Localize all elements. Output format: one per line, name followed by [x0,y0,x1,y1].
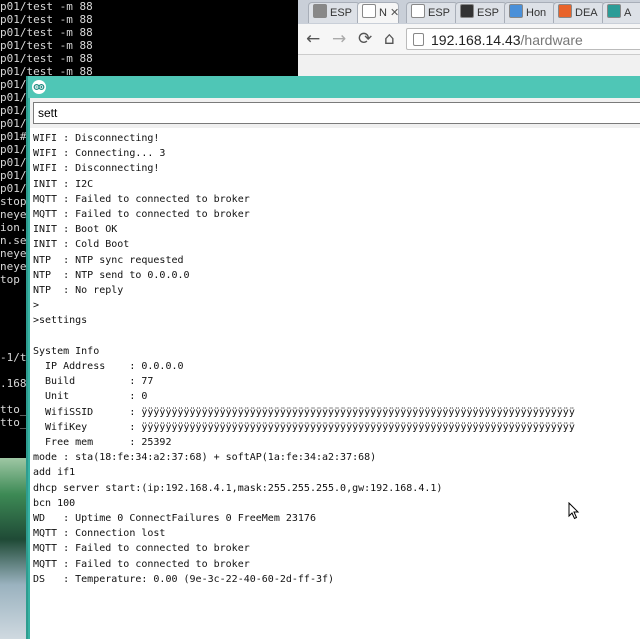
terminal-line: p01/test -m 88 [0,13,93,26]
terminal-line: tto_ [0,416,27,429]
terminal-line: p01/ [0,182,27,195]
home-icon[interactable]: ⌂ [384,29,395,49]
terminal-line: .168 [0,377,27,390]
serial-output-line: MQTT : Failed to connected to broker [33,558,250,570]
terminal-line: neye [0,260,27,273]
serial-output-line: IP Address : 0.0.0.0 [33,361,184,372]
browser-tab[interactable]: A [602,2,640,23]
browser-tab[interactable]: ESP [406,2,458,23]
reload-icon[interactable]: ⟳ [358,29,372,49]
title-bar[interactable] [28,76,640,98]
serial-output-line: Free mem : 25392 [33,437,172,448]
terminal-line: top [0,273,20,286]
page-icon [411,4,425,18]
browser-toolbar: ← → ⟳ ⌂ 192.168.14.43/hardware [298,24,640,55]
url-host: 192.168.14.43 [431,32,521,48]
serial-output-line: Build : 77 [33,376,154,388]
shield-icon [558,4,572,18]
serial-output-line: MQTT : Failed to connected to broker [33,209,250,220]
terminal-line: p01/ [0,91,27,104]
terminal-line: p01# [0,130,27,143]
terminal-line: n.se [0,234,27,247]
browser-tab-label: Hon [526,7,547,19]
close-tab-icon[interactable]: ✕ [390,7,398,19]
address-bar[interactable]: 192.168.14.43/hardware [406,28,640,50]
terminal-line: neye [0,247,27,260]
browser-tab-label: A [624,7,632,19]
serial-output-line: WIFI : Connecting... 3 [33,148,166,160]
arduino-icon [607,4,621,18]
mouse-cursor-icon [568,502,580,520]
forward-arrow-icon[interactable]: → [332,29,346,49]
page-info-icon[interactable] [413,33,424,46]
serial-output-line: INIT : Boot OK [33,224,118,236]
browser-tab[interactable]: ESP [455,2,507,23]
terminal-line: tto_ [0,403,27,416]
send-bar [30,98,640,128]
terminal-line: p01/ [0,78,27,91]
browser-tab-label: ESP [330,7,353,19]
serial-output-line: > [33,300,40,312]
serial-output-line: WifiKey : ÿÿÿÿÿÿÿÿÿÿÿÿÿÿÿÿÿÿÿÿÿÿÿÿÿÿÿÿÿÿ… [33,421,575,433]
browser-tab-label: N [379,7,387,19]
browser-tab-label: DEA [575,7,598,19]
serial-output-area[interactable]: WIFI : Disconnecting! WIFI : Connecting..… [30,128,640,639]
gear-icon [313,4,327,18]
browser-tab[interactable]: DEA [553,2,605,23]
terminal-line: p01/ [0,117,27,130]
browser-tab-strip: ESP N ✕ ESP ESP Hon DEA A [298,0,640,24]
serial-output-line: bcn 100 [33,497,76,509]
serial-output-line: WIFI : Disconnecting! [33,163,160,175]
serial-output-line: WifiSSID : ÿÿÿÿÿÿÿÿÿÿÿÿÿÿÿÿÿÿÿÿÿÿÿÿÿÿÿÿÿ… [33,406,575,418]
terminal-line: ion. [0,221,27,234]
browser-tab-label: ESP [477,7,500,19]
home-icon [509,4,523,18]
browser-window: ESP N ✕ ESP ESP Hon DEA A ← → ⟳ ⌂ 192.168.14.43… [298,0,640,80]
terminal-line: stop [0,195,27,208]
serial-output-line: System Info [33,345,100,357]
github-icon [460,4,474,18]
terminal-line: neye [0,208,27,221]
terminal-line: p01/test -m 88 [0,0,93,13]
back-arrow-icon[interactable]: ← [306,29,320,49]
browser-tab-label: ESP [428,7,451,19]
terminal-line: p01/ [0,169,27,182]
page-icon [362,4,376,18]
url-path: /hardware [520,32,583,48]
serial-send-input[interactable] [33,102,640,124]
serial-output-line: add if1 [33,467,76,479]
terminal-line: p01/ [0,156,27,169]
serial-output-line: DS : Temperature: 0.00 (9e-3c-22-40-60-2… [33,573,335,585]
terminal-line: p01/ [0,104,27,117]
browser-tab[interactable]: N ✕ [357,2,399,23]
serial-output-line: WD : Uptime 0 ConnectFailures 0 FreeMem … [33,513,316,524]
serial-output-line: Unit : 0 [33,391,148,403]
background-image [0,458,28,639]
terminal-line: p01/test -m 88 [0,26,93,39]
terminal-line: p01/ [0,143,27,156]
serial-output-line: INIT : I2C [33,178,94,190]
serial-monitor-window: WIFI : Disconnecting! WIFI : Connecting..… [26,76,640,639]
serial-output-line: dhcp server start:(ip:192.168.4.1,mask:2… [33,482,443,494]
arduino-logo-icon [32,80,46,94]
serial-output-line: NTP : NTP sync requested [33,254,184,266]
serial-output-line: NTP : No reply [33,285,124,296]
terminal-line: -1/t [0,351,27,364]
serial-output-line: MQTT : Failed to connected to broker [33,193,250,205]
serial-output-line: MQTT : Failed to connected to broker [33,543,250,555]
serial-output-line: mode : sta(18:fe:34:a2:37:68) + softAP(1… [33,452,377,464]
terminal-line: p01/test -m 88 [0,52,93,65]
serial-output-line: INIT : Cold Boot [33,239,130,251]
browser-tab[interactable]: Hon [504,2,556,23]
browser-tab[interactable]: ESP [308,2,360,23]
serial-output-line: MQTT : Connection lost [33,528,166,540]
serial-output-line: >settings [33,315,88,327]
terminal-line: p01/test -m 88 [0,39,93,52]
serial-output-line: NTP : NTP send to 0.0.0.0 [33,269,190,281]
serial-output-line: WIFI : Disconnecting! [33,133,160,144]
